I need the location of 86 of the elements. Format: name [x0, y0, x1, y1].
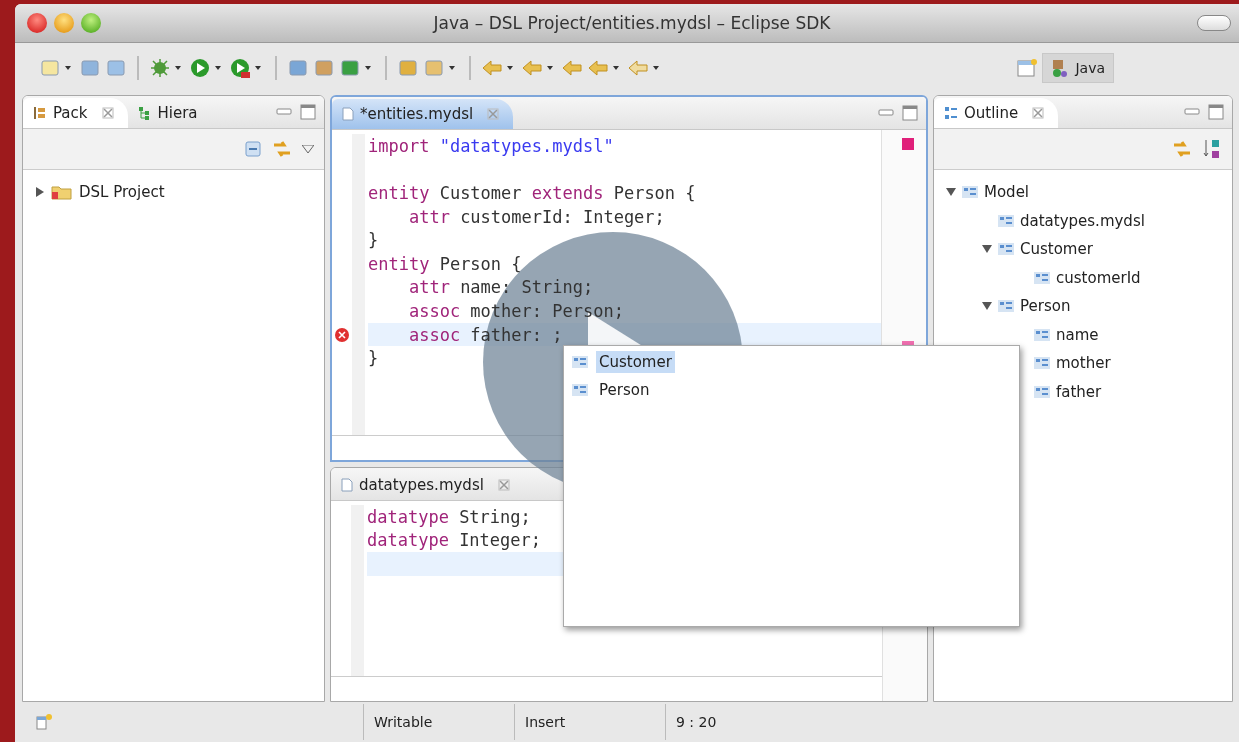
code-line: entity Customer extends Person {	[368, 183, 696, 203]
run-icon[interactable]	[189, 57, 211, 79]
tree-item[interactable]: Model	[984, 183, 1030, 202]
zoom-window-button[interactable]	[81, 13, 101, 33]
close-icon[interactable]	[101, 107, 114, 119]
link-editor-icon[interactable]	[1172, 139, 1192, 159]
sort-icon[interactable]	[1202, 138, 1222, 160]
window-title: Java – DSL Project/entities.mydsl – Eclipse SDK	[431, 13, 832, 33]
file-icon	[342, 107, 354, 121]
maximize-icon[interactable]	[1208, 104, 1224, 120]
tree-item[interactable]: DSL Project	[79, 183, 165, 202]
error-overview-marker[interactable]	[902, 138, 914, 150]
tab[interactable]: Hiera	[127, 98, 212, 128]
fast-view-icon[interactable]	[35, 713, 53, 731]
minimize-window-button[interactable]	[54, 13, 74, 33]
element-icon	[998, 214, 1014, 227]
run-tool-icon[interactable]	[229, 57, 251, 79]
element-icon	[998, 243, 1014, 256]
tree-item[interactable]: customerId	[1056, 268, 1141, 287]
expanded-arrow-icon[interactable]	[982, 244, 992, 255]
tab[interactable]: Outline	[934, 98, 1059, 128]
caret-icon[interactable]	[613, 66, 619, 70]
expanded-arrow-icon[interactable]	[946, 187, 956, 198]
tree-item[interactable]: Customer	[1020, 240, 1093, 259]
tree-item[interactable]: datatypes.mydsl	[1020, 211, 1145, 230]
status-text: Writable	[363, 704, 514, 740]
link-editor-icon[interactable]	[272, 139, 292, 159]
tree-item[interactable]: father	[1056, 382, 1102, 401]
caret-icon[interactable]	[215, 66, 221, 70]
error-overview-marker[interactable]	[902, 340, 914, 346]
element-icon	[998, 300, 1014, 313]
caret-icon[interactable]	[507, 66, 513, 70]
status-text: 9 : 20	[665, 704, 816, 740]
view-menu-icon[interactable]	[302, 145, 314, 153]
code-line: }	[368, 348, 379, 369]
toolbar-toggle-button[interactable]	[1197, 15, 1231, 31]
element-icon	[1034, 328, 1050, 341]
code-line: }	[368, 230, 379, 251]
tree-item[interactable]: mother	[1056, 354, 1111, 373]
tree-item[interactable]: Person	[1020, 297, 1071, 316]
tab[interactable]: Pack	[23, 98, 128, 128]
package-icon	[33, 106, 47, 120]
code-line: import "datatypes.mydsl"	[368, 135, 614, 156]
element-icon	[1034, 271, 1050, 284]
collapsed-arrow-icon[interactable]	[35, 187, 45, 198]
code-line: entity Person {	[368, 253, 522, 274]
caret-icon[interactable]	[65, 66, 71, 70]
tab[interactable]: *entities.mydsl	[332, 99, 514, 129]
caret-icon[interactable]	[653, 66, 659, 70]
expanded-arrow-icon[interactable]	[982, 301, 992, 312]
element-icon	[572, 356, 588, 368]
element-icon	[1034, 357, 1050, 370]
close-icon[interactable]	[1032, 107, 1045, 119]
caret-icon[interactable]	[449, 66, 455, 70]
code-line: attr name: String;	[407, 277, 594, 298]
code-line: attr customerId: Integer;	[407, 206, 665, 227]
tree-item[interactable]: name	[1056, 325, 1099, 344]
element-icon	[962, 186, 978, 199]
maximize-icon[interactable]	[300, 104, 316, 120]
close-icon[interactable]	[487, 108, 500, 120]
completion-item[interactable]: Person	[596, 379, 653, 401]
caret-icon[interactable]	[547, 66, 553, 70]
perspective-button[interactable]: Java	[1042, 53, 1114, 83]
caret-icon[interactable]	[255, 66, 261, 70]
close-window-button[interactable]	[27, 13, 47, 33]
close-icon[interactable]	[497, 479, 510, 491]
code-line: datatype String;	[367, 506, 531, 527]
file-icon	[341, 478, 353, 492]
open-perspective-icon[interactable]	[1016, 57, 1039, 79]
hierarchy-icon	[137, 106, 152, 120]
error-icon	[335, 327, 349, 342]
minimize-icon[interactable]	[878, 109, 894, 117]
collapse-all-icon[interactable]	[244, 140, 262, 158]
outline-icon	[944, 106, 958, 120]
caret-icon[interactable]	[175, 66, 181, 70]
element-icon	[572, 384, 588, 396]
status-text: Insert	[514, 704, 665, 740]
caret-icon[interactable]	[365, 66, 371, 70]
code-line: datatype Integer;	[367, 530, 541, 551]
maximize-icon[interactable]	[902, 105, 918, 121]
project-folder-icon	[51, 184, 73, 201]
back-icon[interactable]	[561, 57, 583, 79]
minimize-icon[interactable]	[276, 108, 292, 116]
completion-item[interactable]: Customer	[596, 351, 675, 373]
element-icon	[1034, 385, 1050, 398]
minimize-icon[interactable]	[1184, 108, 1200, 116]
